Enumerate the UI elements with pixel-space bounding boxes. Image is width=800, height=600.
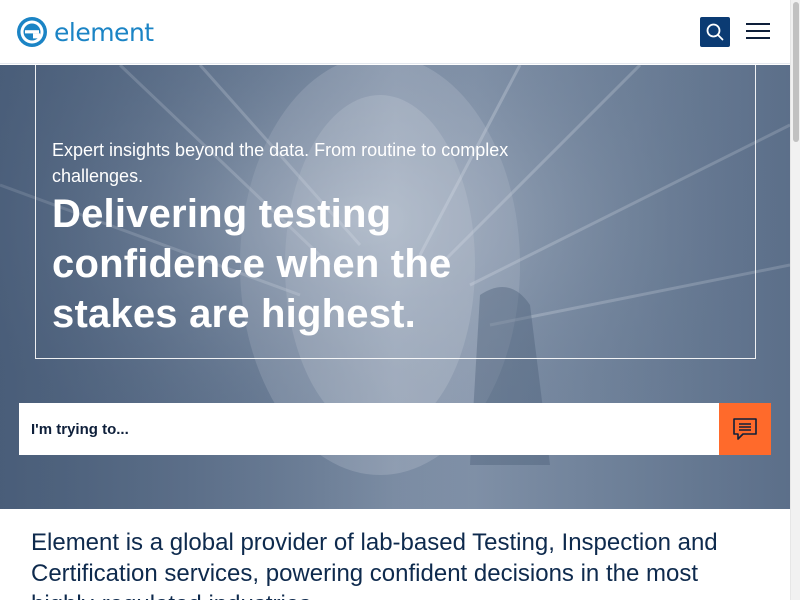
site-header: element	[0, 0, 790, 64]
page-scrollbar[interactable]	[790, 0, 800, 600]
search-button[interactable]	[700, 17, 730, 47]
search-icon	[706, 23, 724, 41]
hamburger-menu-icon	[746, 23, 770, 25]
chat-button[interactable]	[719, 403, 771, 455]
intent-search-input[interactable]	[19, 403, 719, 455]
intent-search-bar	[19, 403, 771, 455]
element-logo[interactable]: element	[16, 15, 154, 49]
menu-button[interactable]	[744, 20, 772, 42]
chat-icon	[733, 418, 757, 440]
hamburger-menu-icon	[746, 30, 770, 32]
scrollbar-thumb[interactable]	[793, 2, 799, 142]
logo-text: element	[54, 17, 154, 47]
intro-text: Element is a global provider of lab-base…	[31, 529, 718, 600]
element-logo-icon	[17, 17, 47, 47]
hero-subtitle: Expert insights beyond the data. From ro…	[52, 140, 509, 186]
hamburger-menu-icon	[746, 37, 770, 39]
hero-title: Delivering testing confidence when the s…	[52, 192, 452, 336]
hero-section: Expert insights beyond the data. From ro…	[0, 65, 790, 509]
